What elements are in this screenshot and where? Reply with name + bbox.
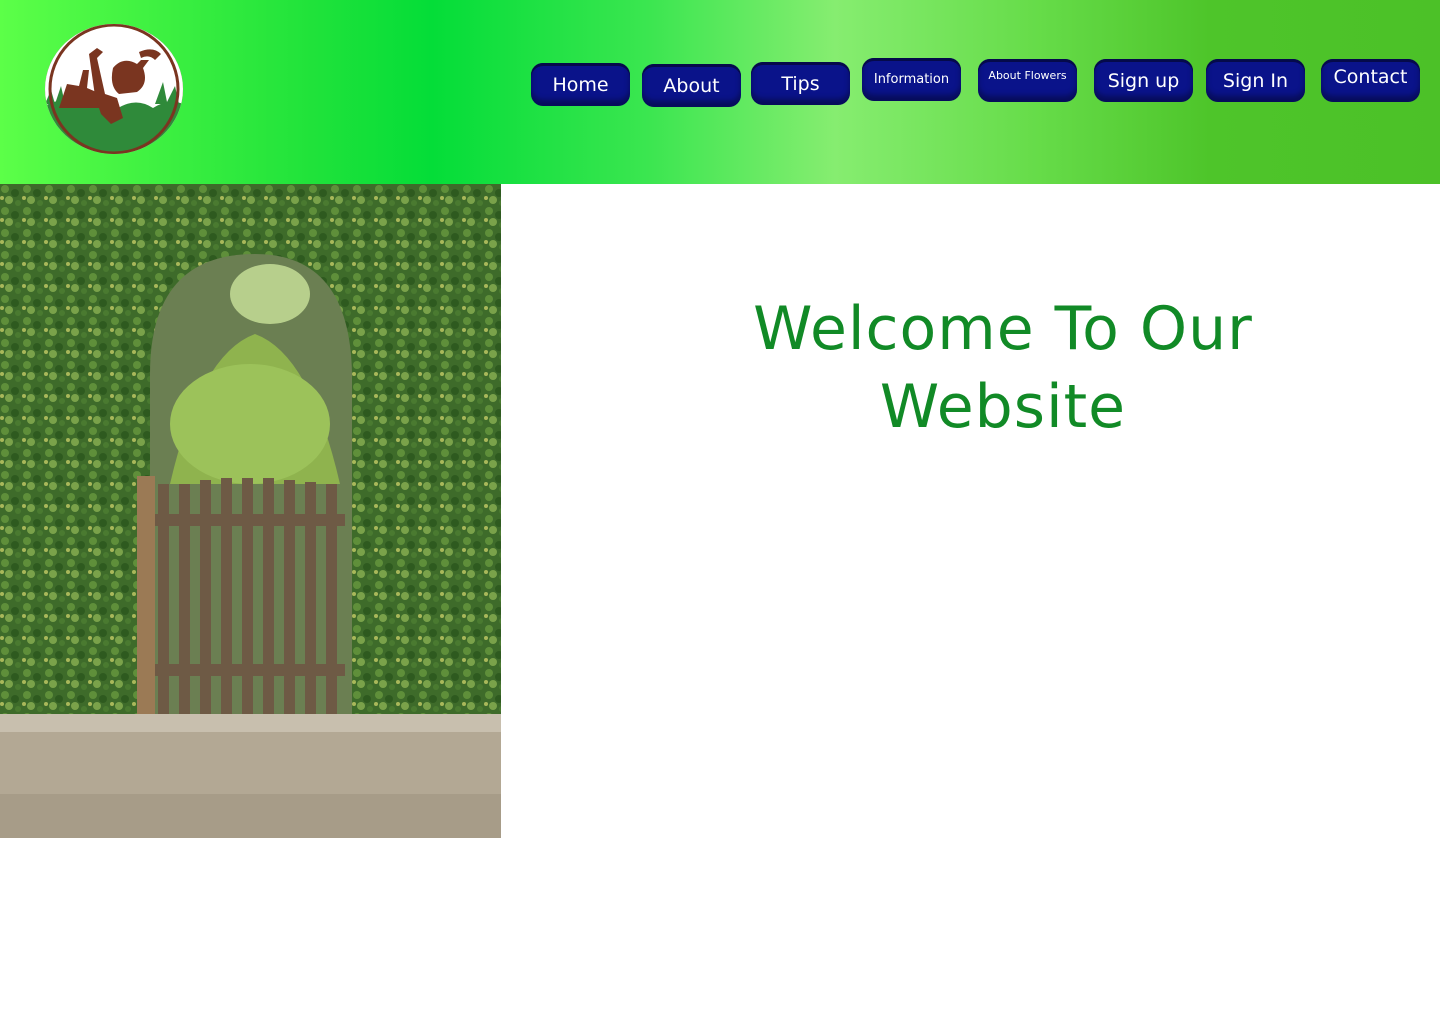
nav-home-label: Home	[552, 73, 609, 96]
garden-gate-photo-icon	[0, 184, 501, 838]
nav-contact-button[interactable]: Contact	[1321, 59, 1420, 102]
nav-about-button[interactable]: About	[642, 64, 741, 107]
nav-tips-button[interactable]: Tips	[751, 62, 850, 105]
welcome-heading: Welcome To Our Website	[753, 294, 1253, 442]
nav-about-flowers-button[interactable]: About Flowers	[978, 59, 1077, 102]
site-header: Home About Tips Information About Flower…	[0, 0, 1440, 184]
nav-sign-up-label: Sign up	[1107, 69, 1180, 92]
nav-information-label: Information	[873, 72, 950, 87]
hero-image	[0, 184, 501, 838]
nav-about-flowers-label: About Flowers	[988, 69, 1067, 82]
nav-sign-in-button[interactable]: Sign In	[1206, 59, 1305, 102]
nav-home-button[interactable]: Home	[531, 63, 630, 106]
nav-sign-up-button[interactable]: Sign up	[1094, 59, 1193, 102]
nav-tips-label: Tips	[781, 72, 820, 95]
nav-contact-label: Contact	[1333, 66, 1408, 88]
gardening-tools-logo-icon	[45, 24, 183, 154]
site-logo[interactable]	[45, 24, 183, 154]
nav-sign-in-label: Sign In	[1222, 69, 1289, 92]
nav-about-label: About	[663, 74, 720, 97]
nav-information-button[interactable]: Information	[862, 58, 961, 101]
